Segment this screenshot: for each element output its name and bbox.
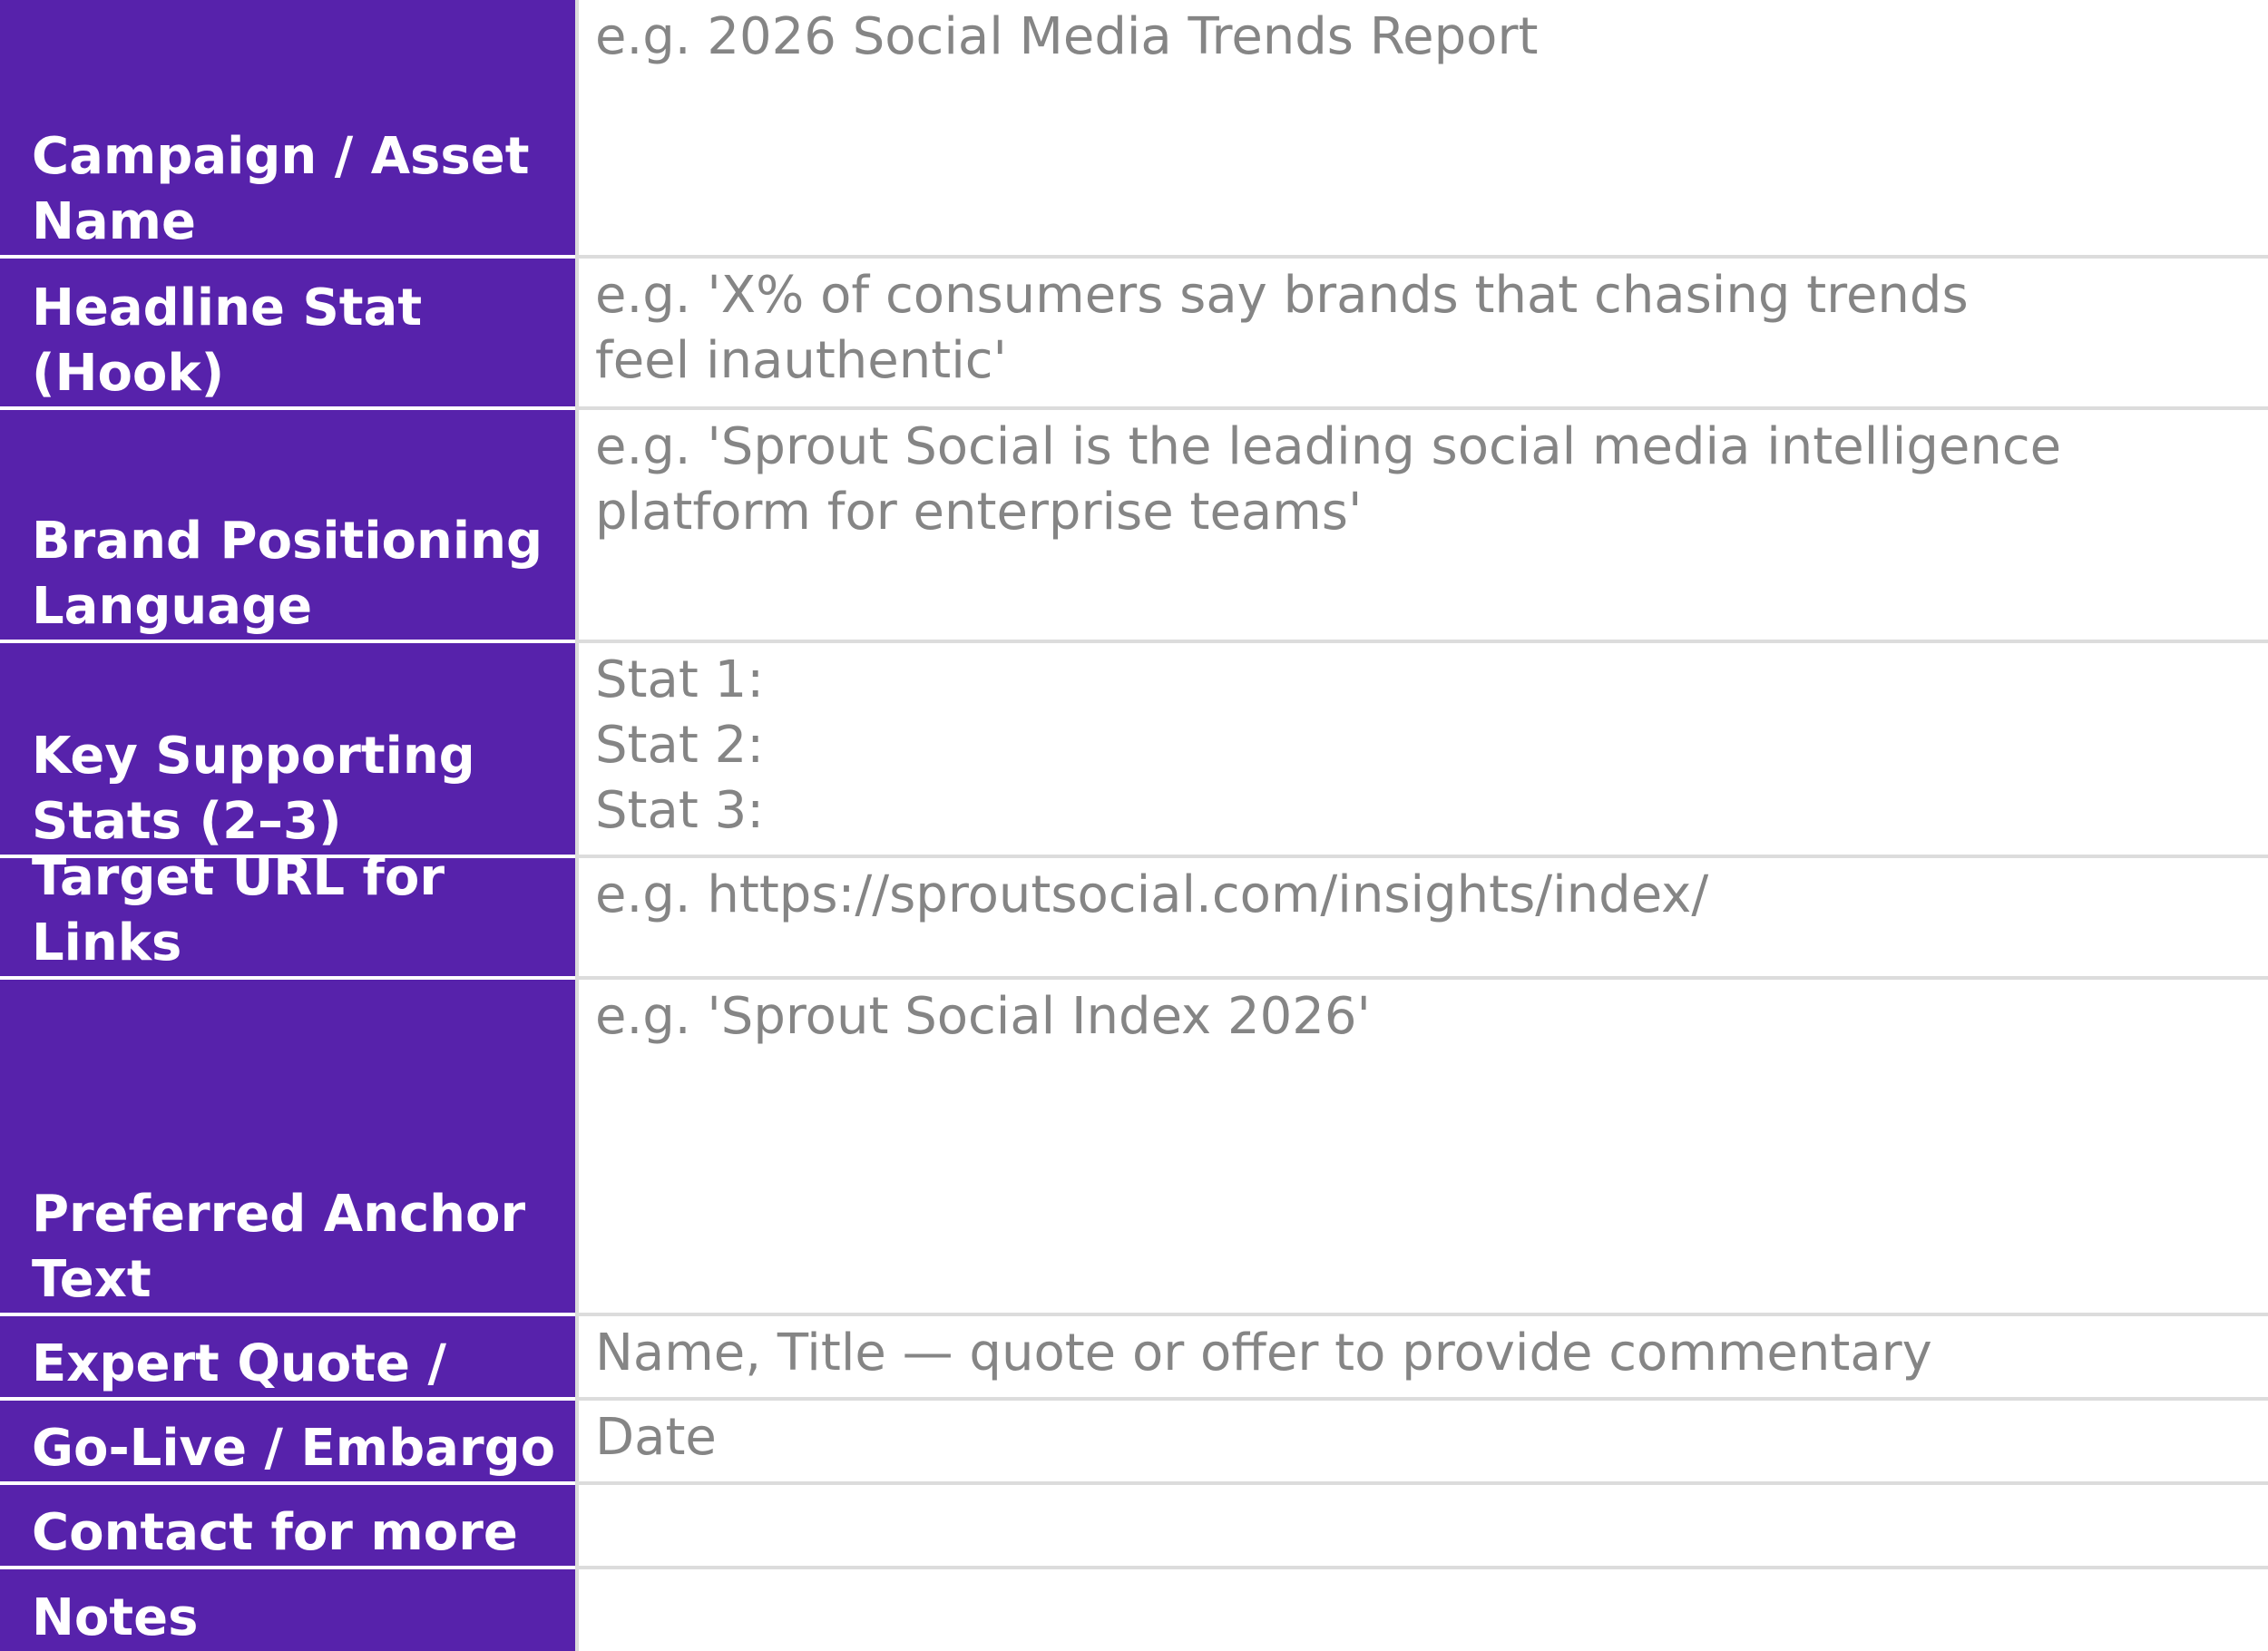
row-label-text: Go-Live / Embargo bbox=[32, 1419, 556, 1478]
row-label-text: Brand Positioning Language bbox=[32, 512, 543, 636]
row-label-text: Expert Quote / bbox=[32, 1334, 446, 1393]
row-label-text: Target URL for Links bbox=[32, 858, 445, 972]
row-label-text: Contact for more bbox=[32, 1503, 518, 1562]
row-label-contact: Contact for more bbox=[0, 1485, 575, 1569]
field-brand-positioning[interactable]: e.g. 'Sprout Social is the leading socia… bbox=[575, 410, 2268, 643]
row-label-headline-stat: Headline Stat (Hook) bbox=[0, 259, 575, 410]
campaign-brief-table: Campaign / Asset Name e.g. 2026 Social M… bbox=[0, 0, 2268, 1651]
row-label-preferred-anchor-text: Preferred Anchor Text bbox=[0, 980, 575, 1316]
field-go-live-embargo[interactable]: Date bbox=[575, 1401, 2268, 1485]
row-label-key-supporting-stats: Key Supporting Stats (2–3) bbox=[0, 643, 575, 858]
row-label-campaign-asset-name: Campaign / Asset Name bbox=[0, 0, 575, 259]
field-target-url[interactable]: e.g. https://sproutsocial.com/insights/i… bbox=[575, 858, 2268, 980]
field-expert-quote[interactable]: Name, Title — quote or offer to provide … bbox=[575, 1316, 2268, 1401]
row-label-expert-quote: Expert Quote / bbox=[0, 1316, 575, 1401]
field-campaign-asset-name[interactable]: e.g. 2026 Social Media Trends Report bbox=[575, 0, 2268, 259]
field-preferred-anchor-text[interactable]: e.g. 'Sprout Social Index 2026' bbox=[575, 980, 2268, 1316]
row-label-text: Campaign / Asset Name bbox=[32, 127, 530, 251]
field-notes[interactable] bbox=[575, 1569, 2268, 1651]
row-label-text: Notes bbox=[32, 1588, 199, 1647]
field-contact[interactable] bbox=[575, 1485, 2268, 1569]
row-label-text: Key Supporting Stats (2–3) bbox=[32, 727, 475, 851]
field-key-supporting-stats[interactable]: Stat 1: Stat 2: Stat 3: bbox=[575, 643, 2268, 858]
row-label-notes: Notes bbox=[0, 1569, 575, 1651]
field-headline-stat[interactable]: e.g. 'X% of consumers say brands that ch… bbox=[575, 259, 2268, 410]
row-label-text: Preferred Anchor Text bbox=[32, 1185, 526, 1309]
row-label-target-url: Target URL for Links bbox=[0, 858, 575, 980]
row-label-go-live-embargo: Go-Live / Embargo bbox=[0, 1401, 575, 1485]
row-label-text: Headline Stat (Hook) bbox=[32, 278, 423, 403]
row-label-brand-positioning: Brand Positioning Language bbox=[0, 410, 575, 643]
